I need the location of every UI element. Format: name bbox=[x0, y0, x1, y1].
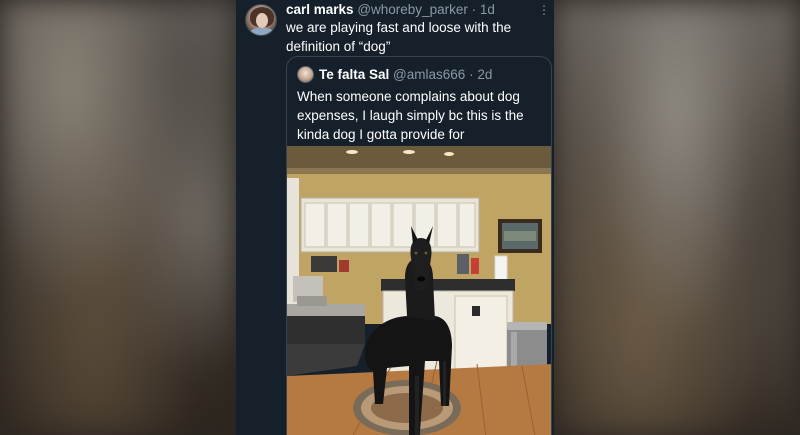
blurred-background-right bbox=[554, 0, 800, 435]
tweet-time[interactable]: 1d bbox=[480, 2, 495, 17]
quoted-author-avatar[interactable] bbox=[297, 66, 314, 83]
quoted-separator-dot: · bbox=[469, 67, 474, 82]
author-handle[interactable]: @whoreby_parker bbox=[357, 2, 468, 17]
quoted-author-name[interactable]: Te falta Sal bbox=[319, 67, 389, 82]
author-avatar[interactable] bbox=[245, 4, 277, 36]
author-name[interactable]: carl marks bbox=[286, 2, 354, 17]
more-vertical-icon[interactable]: ⋮ bbox=[538, 3, 550, 17]
tweet-header: carl marks @whoreby_parker · 1d bbox=[286, 1, 544, 19]
quoted-author-handle[interactable]: @amlas666 bbox=[393, 67, 465, 82]
quoted-tweet-time[interactable]: 2d bbox=[477, 67, 492, 82]
tweet-card[interactable]: carl marks @whoreby_parker · 1d ⋮ we are… bbox=[236, 0, 554, 435]
quoted-tweet[interactable]: Te falta Sal @amlas666 · 2d When someone… bbox=[286, 56, 552, 435]
quoted-tweet-text: When someone complains about dog expense… bbox=[297, 89, 524, 142]
tweet-text: we are playing fast and loose with the d… bbox=[286, 20, 512, 54]
quoted-tweet-photo[interactable] bbox=[287, 146, 551, 435]
blurred-background-left bbox=[0, 0, 236, 435]
separator-dot: · bbox=[471, 2, 477, 17]
quoted-tweet-header: Te falta Sal @amlas666 · 2d bbox=[319, 66, 545, 84]
